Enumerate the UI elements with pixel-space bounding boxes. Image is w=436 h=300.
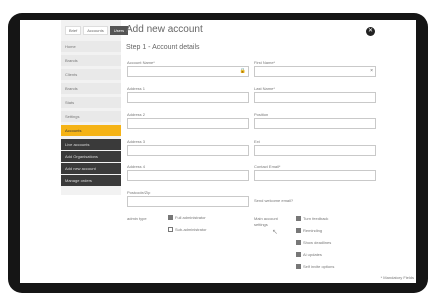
setting-label: Self invite options	[303, 264, 335, 269]
lock-icon: 🔒	[239, 68, 246, 74]
setting-label: Turn feedback	[303, 216, 329, 221]
address3-input[interactable]	[127, 145, 249, 156]
step-heading: Step 1 - Account details	[126, 44, 200, 51]
checkbox-icon[interactable]	[296, 252, 301, 258]
tab-bar: Brief Accounts Users	[61, 20, 129, 35]
close-icon[interactable]: ✕	[366, 27, 375, 36]
sidebar-item-add-organisations[interactable]: Add Organisations	[61, 151, 121, 162]
sidebar-item-clients[interactable]: Clients	[61, 69, 121, 80]
admin-type-full-label: Full administrator	[175, 215, 206, 220]
last-name-input[interactable]	[254, 92, 376, 103]
tab-brief[interactable]: Brief	[65, 26, 82, 35]
tab-accounts[interactable]: Accounts	[83, 26, 108, 35]
sidebar-item-stats[interactable]: Stats	[61, 97, 121, 108]
mandatory-note: * Mandatory Fields	[380, 275, 414, 280]
sidebar-item-brands-2[interactable]: Brands	[61, 83, 121, 94]
admin-type-sub-option[interactable]: Sub-administrator	[168, 227, 207, 233]
setting-label: Show deadlines	[303, 240, 332, 245]
admin-type-label: admin type	[127, 216, 147, 221]
contact-email-input[interactable]	[254, 170, 376, 181]
settings-label: Main account settings	[254, 216, 278, 227]
address2-input[interactable]	[127, 118, 249, 129]
last-name-label: Last Name*	[254, 86, 275, 91]
radio-icon[interactable]	[168, 215, 173, 221]
sidebar-item-brands[interactable]: Brands	[61, 55, 121, 66]
ext-label: Ext	[254, 139, 260, 144]
radio-icon[interactable]	[168, 227, 173, 233]
position-label: Position	[254, 112, 269, 117]
first-name-input[interactable]: ×	[254, 66, 376, 77]
contact-email-label: Contact Email*	[254, 164, 281, 169]
setting-label: Reminding	[303, 228, 323, 233]
postcode-input[interactable]	[127, 196, 249, 207]
sidebar-item-home[interactable]: Home	[61, 41, 121, 52]
cursor-icon: ↖	[272, 229, 278, 236]
admin-type-sub-label: Sub-administrator	[175, 227, 207, 232]
sidebar-item-settings[interactable]: Settings	[61, 111, 121, 122]
sidebar-item-live-accounts[interactable]: Live accounts	[61, 139, 121, 150]
postcode-label: Postcode/Zip	[127, 190, 151, 195]
address1-label: Address 1	[127, 86, 146, 91]
checkbox-icon[interactable]	[296, 216, 301, 222]
address3-label: Address 3	[127, 139, 146, 144]
sidebar-item-manage-orders[interactable]: Manage orders	[61, 175, 121, 186]
clear-icon[interactable]: ×	[370, 67, 373, 76]
setting-turn-feedback[interactable]: Turn feedback	[296, 216, 329, 222]
sidebar: Brief Accounts Users Home Brands Clients…	[61, 20, 129, 195]
setting-show-deadlines[interactable]: Show deadlines	[296, 240, 332, 246]
checkbox-icon[interactable]	[296, 228, 301, 234]
address4-label: Address 4	[127, 164, 146, 169]
account-name-input[interactable]: 🔒	[127, 66, 249, 77]
checkbox-icon[interactable]	[296, 264, 301, 270]
page-title: Add new account	[126, 24, 203, 35]
account-name-label: Account Name*	[127, 60, 155, 65]
setting-self-invite[interactable]: Self invite options	[296, 264, 335, 270]
sidebar-item-accounts[interactable]: Accounts	[61, 125, 121, 136]
address2-label: Address 2	[127, 112, 146, 117]
first-name-label: First Name*	[254, 60, 276, 65]
address1-input[interactable]	[127, 92, 249, 103]
send-welcome-label: Send welcome email?	[254, 198, 294, 203]
checkbox-icon[interactable]	[296, 240, 301, 246]
setting-reminding[interactable]: Reminding	[296, 228, 323, 234]
address4-input[interactable]	[127, 170, 249, 181]
position-input[interactable]	[254, 118, 376, 129]
setting-label: Ai updates	[303, 252, 322, 257]
sidebar-item-add-new-account[interactable]: Add new account	[61, 163, 121, 174]
ext-input[interactable]	[254, 145, 376, 156]
setting-ai-updates[interactable]: Ai updates	[296, 252, 322, 258]
admin-type-full-option[interactable]: Full administrator	[168, 215, 206, 221]
